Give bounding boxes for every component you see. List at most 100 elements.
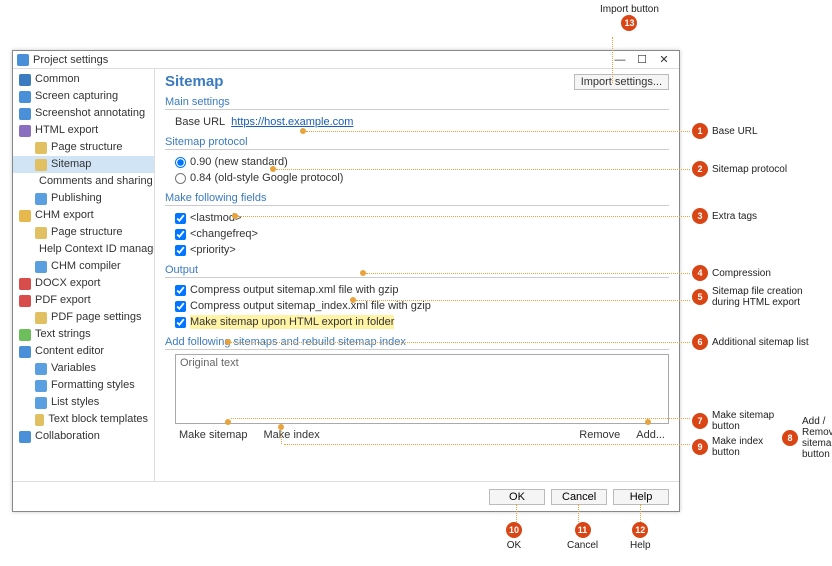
callout-1: 1Base URL — [692, 123, 758, 139]
tree-item[interactable]: Text strings — [13, 326, 154, 343]
tree-item-label: Help Context ID management — [39, 242, 155, 257]
section-output: Output — [165, 262, 669, 278]
additional-sitemaps-list[interactable]: Original text — [175, 354, 669, 424]
tree-item-label: Formatting styles — [51, 378, 135, 393]
tree-item-label: Publishing — [51, 191, 102, 206]
tree-item-label: Common — [35, 72, 80, 87]
close-button[interactable]: ✕ — [653, 53, 675, 66]
tree-item-label: Collaboration — [35, 429, 100, 444]
callout-8: 8Add / Remove sitemap button — [782, 416, 832, 460]
cancel-button[interactable]: Cancel — [551, 489, 607, 505]
base-url-label: Base URL — [175, 115, 225, 129]
callout-4: 4Compression — [692, 265, 771, 281]
tree-item[interactable]: Help Context ID management — [13, 241, 154, 258]
tree-item-icon — [35, 312, 47, 324]
tree-item-icon — [19, 74, 31, 86]
make-sitemap-button[interactable]: Make sitemap — [175, 428, 251, 442]
gzip-index-checkbox[interactable] — [175, 301, 186, 312]
tree-item[interactable]: Sitemap — [13, 156, 154, 173]
callout-7: 7Make sitemap button — [692, 410, 782, 432]
tree-item-label: CHM export — [35, 208, 94, 223]
tree-item-icon — [35, 397, 47, 409]
tree-item[interactable]: HTML export — [13, 122, 154, 139]
tree-item-icon — [19, 125, 31, 137]
page-title: Sitemap — [165, 73, 223, 90]
tree-item-label: PDF page settings — [51, 310, 142, 325]
tree-item[interactable]: Publishing — [13, 190, 154, 207]
tree-item[interactable]: Text block templates — [13, 411, 154, 428]
make-on-export-label: Make sitemap upon HTML export in folder — [190, 315, 394, 329]
section-main-settings: Main settings — [165, 94, 669, 110]
section-sitemap-protocol: Sitemap protocol — [165, 134, 669, 150]
tree-item-icon — [35, 142, 47, 154]
tree-item[interactable]: Collaboration — [13, 428, 154, 445]
tree-item-icon — [35, 261, 47, 273]
tree-item-icon — [35, 227, 47, 239]
tree-item-label: Text strings — [35, 327, 91, 342]
tree-item-label: DOCX export — [35, 276, 100, 291]
tree-item-icon — [19, 346, 31, 358]
proto-084-radio[interactable] — [175, 173, 186, 184]
maximize-button[interactable]: ☐ — [631, 53, 653, 66]
tree-item[interactable]: PDF export — [13, 292, 154, 309]
list-placeholder: Original text — [180, 357, 239, 369]
tree-item-icon — [35, 380, 47, 392]
settings-tree[interactable]: Common Screen capturing Screenshot annotat… — [13, 69, 155, 481]
callout-10: 10OK — [506, 522, 522, 551]
tree-item[interactable]: DOCX export — [13, 275, 154, 292]
tree-item[interactable]: Comments and sharing — [13, 173, 154, 190]
add-button[interactable]: Add... — [632, 428, 669, 442]
changefreq-checkbox[interactable] — [175, 229, 186, 240]
ok-button[interactable]: OK — [489, 489, 545, 505]
tree-item[interactable]: Variables — [13, 360, 154, 377]
proto-090-radio[interactable] — [175, 157, 186, 168]
base-url-value[interactable]: https://host.example.com — [231, 115, 353, 129]
tree-item-icon — [19, 329, 31, 341]
tree-item-label: Comments and sharing — [39, 174, 153, 189]
tree-item-icon — [19, 108, 31, 120]
changefreq-label: <changefreq> — [190, 227, 258, 241]
tree-item[interactable]: Page structure — [13, 224, 154, 241]
import-settings-button[interactable]: Import settings... — [574, 74, 669, 90]
make-index-button[interactable]: Make index — [259, 428, 323, 442]
tree-item[interactable]: List styles — [13, 394, 154, 411]
tree-item-label: Page structure — [51, 225, 123, 240]
tree-item-label: Text block templates — [48, 412, 148, 427]
tree-item[interactable]: PDF page settings — [13, 309, 154, 326]
tree-item-icon — [35, 159, 47, 171]
tree-item[interactable]: Formatting styles — [13, 377, 154, 394]
tree-item-icon — [19, 278, 31, 290]
tree-item-label: Screenshot annotating — [35, 106, 145, 121]
tree-item[interactable]: Screen capturing — [13, 88, 154, 105]
tree-item-label: List styles — [51, 395, 99, 410]
titlebar: Project settings — ☐ ✕ — [13, 51, 679, 69]
gzip-sitemap-checkbox[interactable] — [175, 285, 186, 296]
callout-9: 9Make index button — [692, 436, 782, 458]
tree-item[interactable]: Common — [13, 71, 154, 88]
tree-item-label: PDF export — [35, 293, 91, 308]
gzip-index-label: Compress output sitemap_index.xml file w… — [190, 299, 431, 313]
make-on-export-checkbox[interactable] — [175, 317, 186, 328]
tree-item[interactable]: CHM compiler — [13, 258, 154, 275]
lastmod-checkbox[interactable] — [175, 213, 186, 224]
tree-item-label: Page structure — [51, 140, 123, 155]
callout-2: 2Sitemap protocol — [692, 161, 787, 177]
tree-item[interactable]: CHM export — [13, 207, 154, 224]
tree-item-label: Variables — [51, 361, 96, 376]
callout-3: 3Extra tags — [692, 208, 757, 224]
tree-item-label: Content editor — [35, 344, 104, 359]
tree-item[interactable]: Screenshot annotating — [13, 105, 154, 122]
tree-item-icon — [35, 414, 44, 426]
callout-13: Import button13 — [600, 4, 659, 33]
help-button[interactable]: Help — [613, 489, 669, 505]
tree-item-icon — [35, 193, 47, 205]
tree-item-label: Screen capturing — [35, 89, 118, 104]
tree-item[interactable]: Page structure — [13, 139, 154, 156]
tree-item[interactable]: Content editor — [13, 343, 154, 360]
callout-12: 12Help — [630, 522, 651, 551]
window-title: Project settings — [33, 54, 108, 66]
tree-item-icon — [35, 363, 47, 375]
remove-button[interactable]: Remove — [575, 428, 624, 442]
priority-checkbox[interactable] — [175, 245, 186, 256]
tree-item-label: CHM compiler — [51, 259, 121, 274]
